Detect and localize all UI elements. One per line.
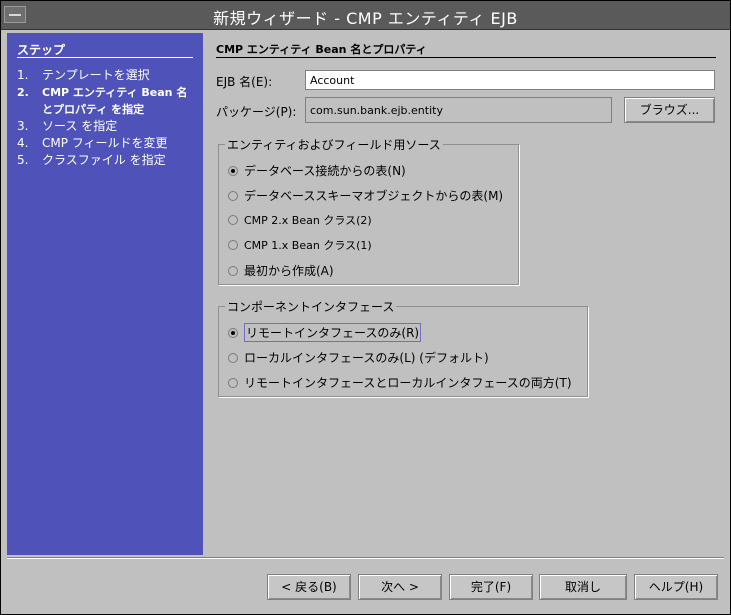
step-label: テンプレートを選択 (42, 68, 150, 82)
radio-icon (228, 265, 238, 276)
steps-divider (17, 57, 193, 58)
interface-radio-local[interactable]: ローカルインタフェースのみ(L) (デフォルト) (228, 349, 489, 366)
radio-icon (228, 190, 238, 201)
source-radio-from-scratch[interactable]: 最初から作成(A) (228, 262, 334, 279)
step-item: 3. ソース を指定 (17, 118, 197, 135)
source-group: エンティティおよびフィールド用ソース データベース接続からの表(N) データベー… (218, 136, 519, 285)
step-label: CMP エンティティ Bean 名とプロパティ を指定 (42, 86, 188, 116)
interface-group: コンポーネントインタフェース リモートインタフェースのみ(R) ローカルインタフ… (218, 298, 588, 397)
step-item: 1. テンプレートを選択 (17, 67, 197, 84)
radio-selected-icon (228, 327, 238, 338)
source-group-legend: エンティティおよびフィールド用ソース (225, 136, 443, 153)
package-label: パッケージ(P): (216, 105, 297, 119)
steps-sidebar: ステップ 1. テンプレートを選択 2. CMP エンティティ Bean 名とプロパ… (7, 33, 203, 555)
button-bar: < 戻る(B) 次へ > 完了(F) 取消し ヘルプ(H) (7, 557, 724, 609)
source-radio-cmp1[interactable]: CMP 1.x Bean クラス(1) (228, 237, 372, 253)
section-divider (216, 57, 716, 58)
finish-button[interactable]: 完了(F) (449, 574, 533, 600)
step-item: 4. CMP フィールドを変更 (17, 135, 197, 152)
wizard-window: 新規ウィザード - CMP エンティティ EJB ステップ 1. テンプレートを選… (0, 0, 731, 615)
source-radio-cmp2[interactable]: CMP 2.x Bean クラス(2) (228, 212, 372, 228)
steps-list: 1. テンプレートを選択 2. CMP エンティティ Bean 名とプロパティ を指… (17, 67, 197, 169)
ejb-name-input[interactable] (305, 70, 715, 90)
title-bar[interactable]: 新規ウィザード - CMP エンティティ EJB (1, 1, 730, 30)
back-button[interactable]: < 戻る(B) (267, 574, 351, 600)
radio-icon (228, 352, 238, 363)
next-button[interactable]: 次へ > (358, 574, 442, 600)
help-button[interactable]: ヘルプ(H) (634, 574, 718, 600)
button-bar-divider (7, 557, 724, 558)
radio-icon (228, 240, 238, 250)
steps-heading: ステップ (17, 43, 66, 57)
interface-group-legend: コンポーネントインタフェース (225, 298, 397, 315)
section-title: CMP エンティティ Bean 名とプロパティ (216, 43, 427, 56)
main-panel: CMP エンティティ Bean 名とプロパティ EJB 名(E): パッケージ(… (203, 33, 724, 555)
step-label: クラスファイル を指定 (42, 153, 166, 167)
cancel-button[interactable]: 取消し (539, 574, 627, 600)
interface-radio-both[interactable]: リモートインタフェースとローカルインタフェースの両方(T) (228, 374, 572, 391)
browse-button[interactable]: ブラウズ... (624, 97, 715, 123)
source-radio-db-connection[interactable]: データベース接続からの表(N) (228, 162, 406, 179)
step-label: ソース を指定 (42, 119, 118, 133)
package-input[interactable] (305, 97, 612, 123)
radio-icon (228, 377, 238, 388)
radio-icon (228, 215, 238, 225)
step-item: 5. クラスファイル を指定 (17, 152, 197, 169)
window-title: 新規ウィザード - CMP エンティティ EJB (213, 9, 518, 28)
ejb-name-label: EJB 名(E): (216, 75, 273, 89)
source-radio-db-schema[interactable]: データベーススキーマオブジェクトからの表(M) (228, 187, 503, 204)
step-label: CMP フィールドを変更 (42, 136, 168, 150)
radio-selected-icon (228, 165, 238, 176)
step-item-active: 2. CMP エンティティ Bean 名とプロパティ を指定 (17, 84, 197, 118)
interface-radio-remote[interactable]: リモートインタフェースのみ(R) (228, 323, 422, 342)
